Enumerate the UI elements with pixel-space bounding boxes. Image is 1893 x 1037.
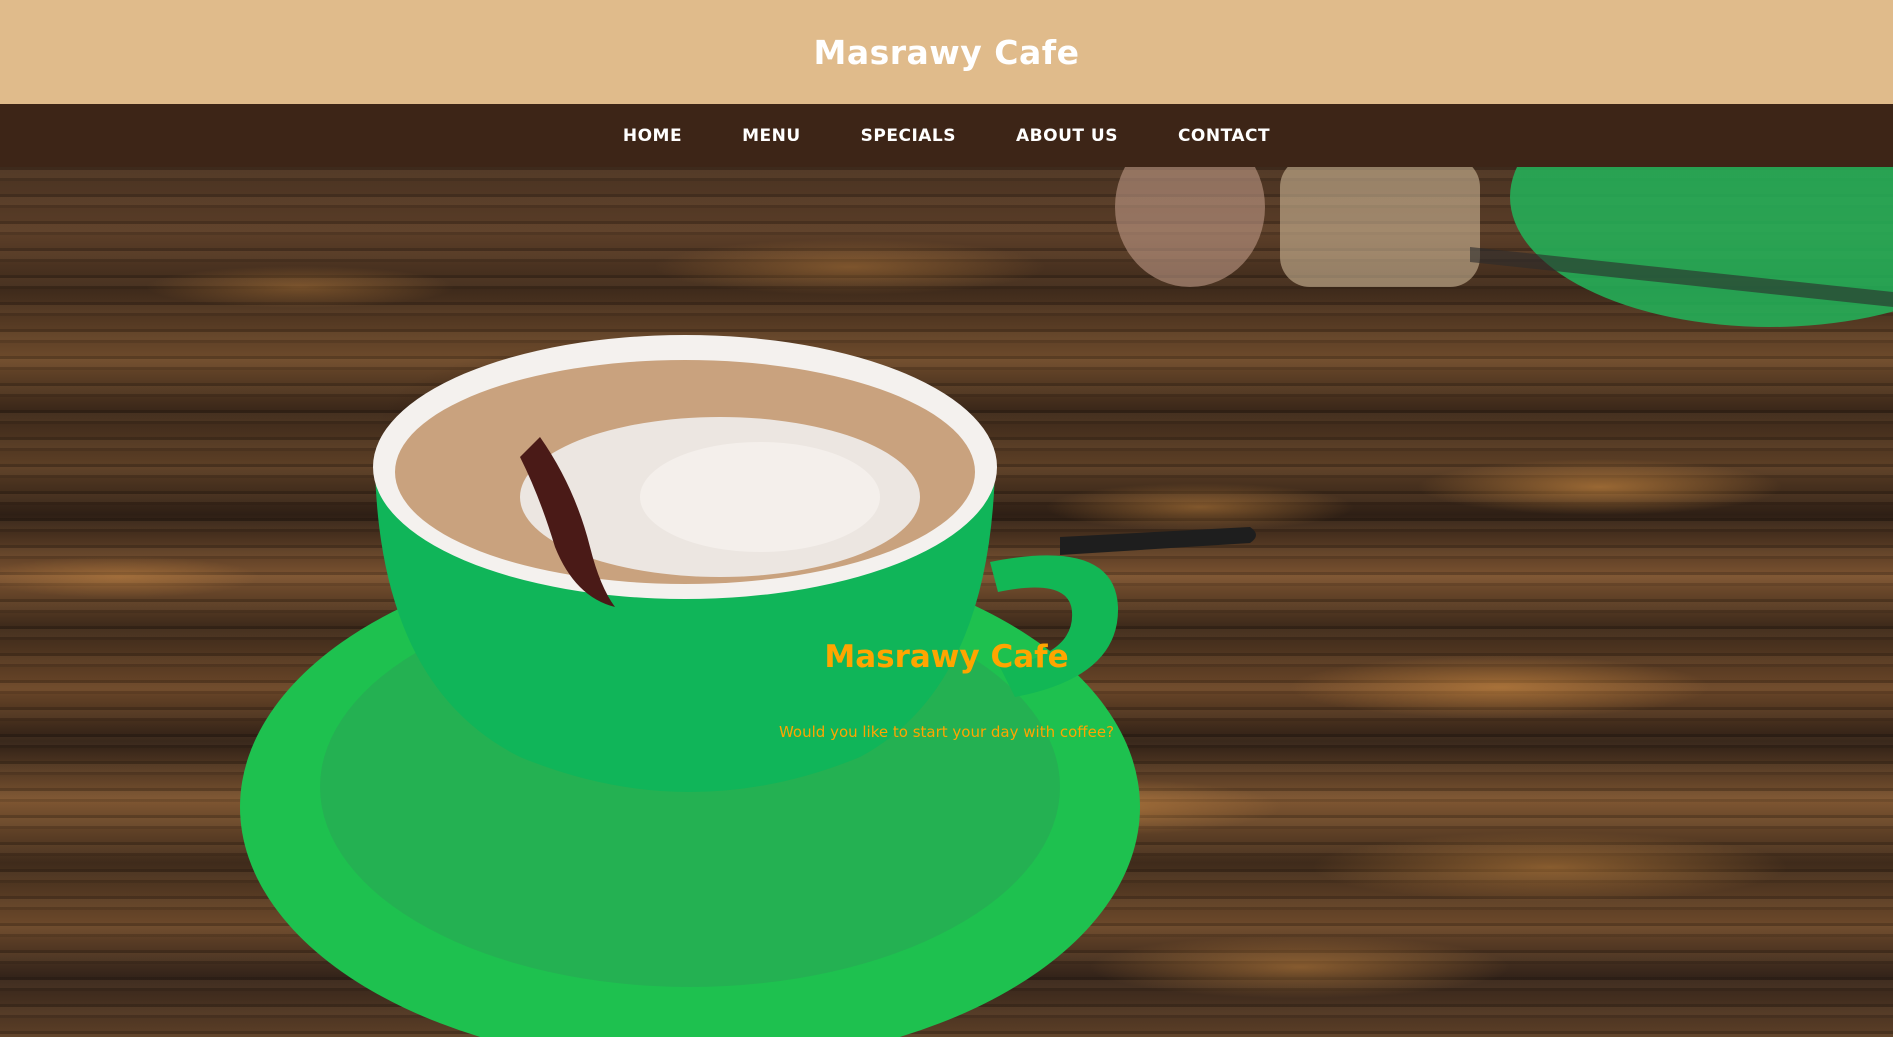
nav-item-contact[interactable]: CONTACT xyxy=(1148,126,1300,146)
nav-item-home[interactable]: HOME xyxy=(593,126,712,146)
nav-item-about-us[interactable]: ABOUT US xyxy=(986,126,1148,146)
nav-list: HOME MENU SPECIALS ABOUT US CONTACT xyxy=(593,126,1300,146)
site-title: Masrawy Cafe xyxy=(813,32,1080,72)
hero-section: Masrawy Cafe Would you like to start you… xyxy=(0,167,1893,1037)
main-nav: HOME MENU SPECIALS ABOUT US CONTACT xyxy=(0,104,1893,167)
site-header: Masrawy Cafe xyxy=(0,0,1893,104)
hero-title: Masrawy Cafe xyxy=(824,639,1069,675)
hero-overlay: Masrawy Cafe Would you like to start you… xyxy=(0,167,1893,1037)
nav-item-menu[interactable]: MENU xyxy=(712,126,831,146)
nav-item-specials[interactable]: SPECIALS xyxy=(831,126,986,146)
page: Masrawy Cafe HOME MENU SPECIALS ABOUT US… xyxy=(0,0,1893,1037)
hero-subtitle: Would you like to start your day with co… xyxy=(778,723,1115,741)
